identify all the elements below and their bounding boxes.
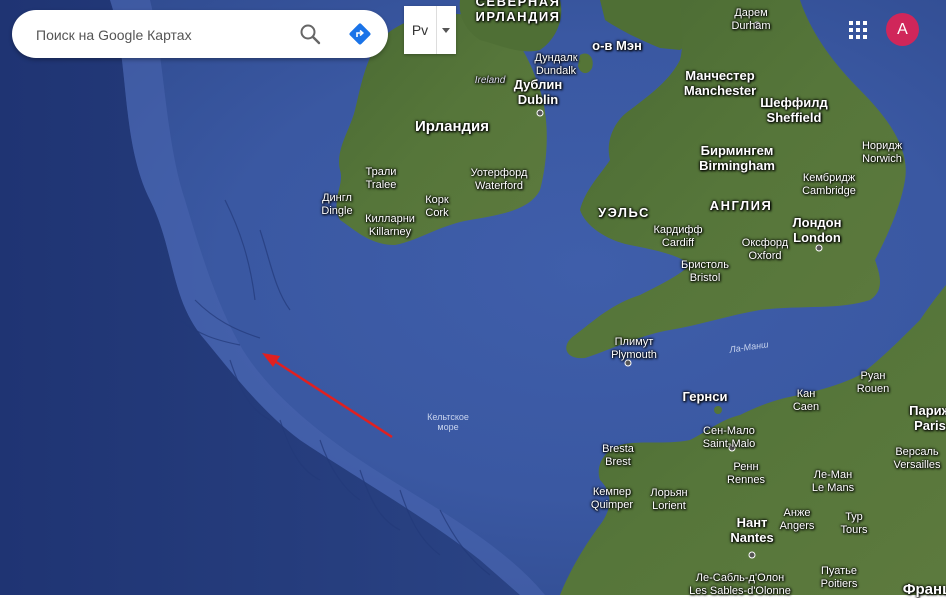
label-tralee: Трали Tralee: [365, 166, 397, 191]
label-quimper: Кемпер Quimper: [590, 486, 634, 511]
label-waterford: Уотерфорд Waterford: [470, 167, 528, 192]
caret-down-icon[interactable]: [436, 6, 456, 54]
satellite-map[interactable]: [0, 0, 946, 595]
label-angers: Анже Angers: [779, 507, 815, 532]
label-dundalk: Дундалк Dundalk: [534, 52, 578, 77]
search-box: [12, 10, 388, 58]
label-dingle: Дингл Dingle: [321, 192, 353, 217]
label-cork: Корк Cork: [425, 194, 449, 219]
label-paris: Париж Paris: [909, 403, 946, 433]
layer-selector[interactable]: Рv: [404, 6, 456, 54]
label-plymouth: Плимут Plymouth: [611, 336, 657, 361]
label-france: Франц: [902, 581, 946, 598]
label-cardiff: Кардифф Cardiff: [653, 224, 703, 249]
label-versailles: Версаль Versailles: [893, 446, 941, 471]
label-tours: Тур Tours: [840, 511, 868, 536]
label-cambridge: Кембридж Cambridge: [802, 172, 856, 197]
label-bristol: Бристоль Bristol: [681, 259, 729, 284]
label-rouen: Руан Rouen: [856, 370, 890, 395]
label-caen: Кан Caen: [792, 388, 820, 413]
label-oxford: Оксфорд Oxford: [741, 237, 789, 262]
label-brest: Bresta Brest: [602, 443, 634, 468]
label-rennes: Ренн Rennes: [727, 461, 765, 486]
label-ireland: Ирландия: [415, 118, 489, 135]
label-durham: Дарем Durham: [731, 7, 771, 32]
label-les-sables: Ле-Сабль-д'Олон Les Sables-d'Olonne: [689, 572, 791, 597]
label-sheffield: Шеффилд Sheffield: [760, 95, 828, 125]
label-north-ireland: СЕВЕРНАЯ ИРЛАНДИЯ: [475, 0, 561, 24]
label-guernsey: Гернси: [682, 389, 728, 404]
label-poitiers: Пуатье Poitiers: [820, 565, 858, 590]
label-birmingham: Бирмингем Birmingham: [699, 143, 775, 173]
label-england: АНГЛИЯ: [709, 198, 773, 213]
label-nantes: Нант Nantes: [730, 515, 774, 545]
label-lorient: Лорьян Lorient: [650, 487, 688, 512]
apps-grid-icon[interactable]: [848, 20, 868, 40]
city-dot: [536, 109, 544, 117]
label-ireland-italic: Ireland: [474, 75, 506, 86]
label-norwich: Норидж Norwich: [861, 140, 903, 165]
search-icon[interactable]: [296, 20, 324, 48]
label-manchester: Манчестер Manchester: [683, 68, 757, 98]
label-killarney: Килларни Killarney: [365, 213, 415, 238]
label-london: Лондон London: [792, 215, 842, 245]
label-le-mans: Ле-Ман Le Mans: [811, 469, 855, 494]
label-dublin: Дублин Dublin: [513, 77, 563, 107]
label-isle-of-man: о-в Мэн: [592, 38, 642, 53]
directions-icon[interactable]: [346, 20, 374, 48]
account-avatar[interactable]: A: [886, 13, 919, 46]
layer-selector-label[interactable]: Рv: [404, 6, 437, 54]
search-input[interactable]: [34, 22, 288, 48]
label-saint-malo: Сен-Мало Saint-Malo: [702, 425, 756, 450]
city-dot: [748, 551, 756, 559]
label-celtic-sea: Кельтское море: [427, 412, 469, 433]
label-wales: УЭЛЬС: [598, 205, 650, 220]
